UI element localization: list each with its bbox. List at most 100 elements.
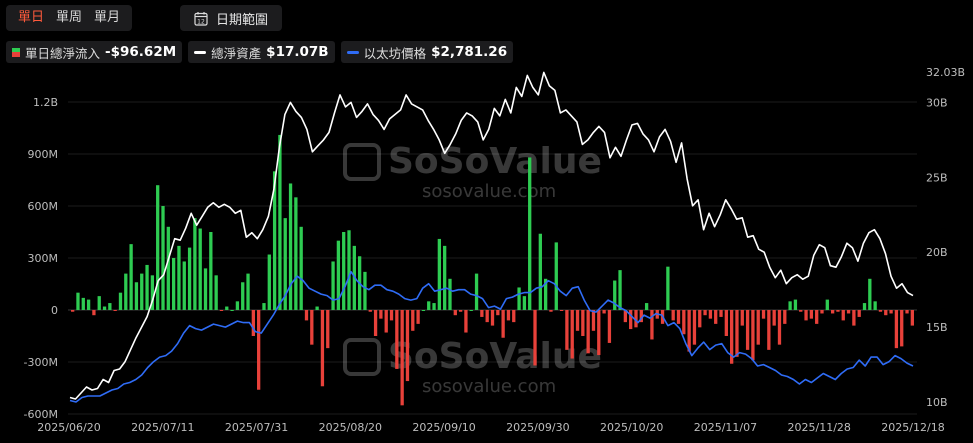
right-axis-tick: 15B (926, 321, 948, 334)
inflow-bar (113, 310, 117, 311)
inflow-bar (618, 270, 622, 310)
watermark-url: sosovalue.com (422, 181, 556, 202)
inflow-bar (719, 310, 723, 317)
inflow-bar (666, 266, 670, 310)
inflow-bar (71, 310, 75, 312)
inflow-bar (528, 157, 532, 310)
inflow-bar (501, 310, 505, 338)
inflow-bar (629, 310, 633, 330)
inflow-bar (756, 310, 760, 345)
watermark-group: SoSoValuesosovalue.com (343, 336, 602, 397)
inflow-bar (427, 301, 431, 310)
inflow-bar (251, 310, 255, 336)
inflow-bar (815, 310, 819, 324)
inflow-bar (852, 310, 856, 326)
inflow-bar (81, 297, 85, 310)
inflow-bar (559, 310, 564, 311)
inflow-bar (836, 310, 840, 312)
inflow-bar (395, 310, 399, 369)
x-axis-tick: 2025/06/20 (37, 421, 100, 434)
inflow-bar (411, 310, 415, 331)
inflow-bar (767, 310, 771, 350)
watermarks: SoSoValuesosovalue.comSoSoValuesosovalue… (343, 141, 602, 397)
inflow-bar (262, 303, 266, 310)
inflow-bar (443, 245, 447, 310)
inflow-bar (171, 258, 176, 310)
inflow-bar (209, 232, 213, 310)
x-axis-tick: 2025/12/18 (881, 421, 944, 434)
inflow-bar (474, 273, 479, 310)
inflow-bar (591, 310, 596, 331)
inflow-bar (203, 268, 208, 310)
inflow-bar (193, 218, 197, 310)
inflow-bar (900, 310, 904, 347)
left-axis-tick: 300M (28, 252, 59, 265)
inflow-bar (740, 310, 744, 326)
inflow-bar (214, 275, 218, 310)
right-axis-tick: 32.03B (926, 66, 965, 79)
inflow-bar (315, 306, 319, 310)
inflow-bar (102, 306, 107, 310)
inflow-bar (257, 310, 261, 390)
inflow-bar (124, 273, 128, 310)
inflow-bar (676, 310, 681, 324)
inflow-bar (294, 197, 298, 310)
inflow-bar (751, 310, 755, 361)
inflow-bar (708, 310, 713, 319)
x-axis-tick: 2025/10/20 (600, 421, 663, 434)
right-axis-tick: 30B (926, 96, 948, 109)
inflow-bar (575, 310, 580, 331)
inflow-bar (134, 282, 139, 310)
inflow-bar (783, 310, 787, 324)
inflow-bar (326, 310, 330, 349)
inflow-bar (182, 261, 186, 310)
inflow-bar (687, 310, 691, 352)
inflow-bar (405, 310, 410, 382)
inflow-bar (788, 301, 792, 310)
watermark-logo-icon (343, 338, 381, 376)
inflow-bar (698, 310, 702, 328)
inflow-bar (825, 299, 829, 310)
inflow-bar (92, 310, 96, 316)
inflow-bar (565, 310, 569, 350)
inflow-bar (156, 185, 160, 310)
inflow-bar (177, 245, 181, 310)
inflow-bar (166, 226, 170, 310)
inflow-bar (432, 303, 436, 310)
inflow-bar (464, 310, 468, 333)
inflow-bar (910, 310, 914, 326)
inflow-bar (613, 280, 617, 310)
inflow-bar (453, 310, 457, 316)
inflow-bar (554, 242, 558, 310)
inflow-bar (480, 310, 484, 317)
x-axis-tick: 2025/07/11 (131, 421, 194, 434)
inflow-bar (714, 310, 718, 324)
inflow-bar (379, 310, 383, 319)
inflow-bar (905, 310, 909, 314)
inflow-bar (235, 301, 240, 310)
inflow-bar (506, 310, 511, 321)
inflow-bar (841, 310, 845, 321)
inflow-bar (288, 183, 293, 310)
inflow-bar (607, 310, 612, 343)
inflow-bar (586, 310, 590, 354)
inflow-bar (384, 310, 388, 333)
inflow-bar (830, 310, 835, 314)
inflow-bar (76, 292, 80, 310)
inflow-bar (799, 310, 803, 312)
inflow-bar (682, 310, 686, 335)
inflow-bar (862, 303, 867, 310)
inflow-bar (363, 271, 367, 310)
inflow-bar (437, 238, 442, 310)
inflow-bar (230, 310, 234, 311)
x-axis-tick: 2025/09/10 (412, 421, 475, 434)
inflow-bar (804, 310, 808, 321)
left-axis-tick: -300M (24, 356, 58, 369)
inflow-bar (145, 264, 149, 310)
inflow-bar (692, 310, 697, 345)
inflow-bar (368, 310, 372, 312)
inflow-bar (735, 310, 739, 357)
inflow-bar (118, 292, 123, 310)
inflow-bar (267, 254, 271, 310)
watermark-brand: SoSoValue (388, 336, 602, 377)
